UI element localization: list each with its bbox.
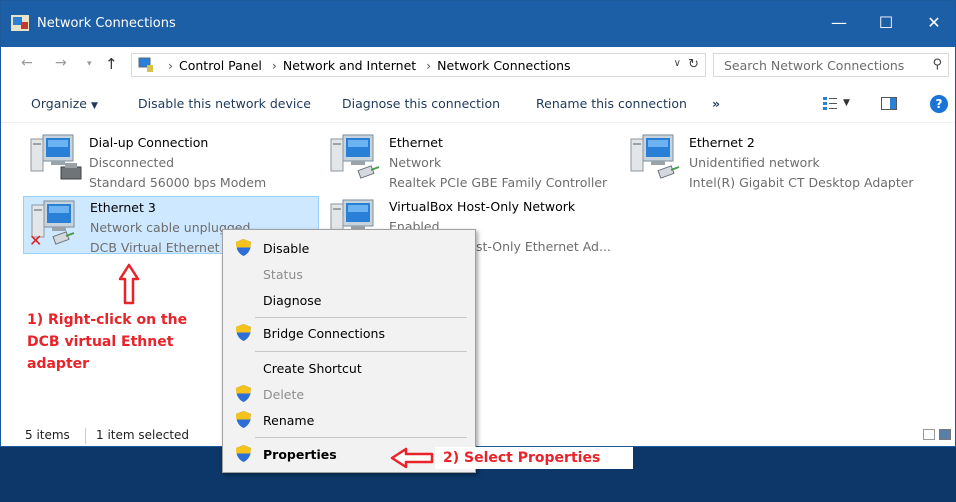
menu-item-disable[interactable]: Disable (225, 236, 473, 260)
breadcrumb-network-and-internet[interactable]: Network and Internet (283, 58, 416, 73)
up-arrow-annotation-icon (118, 263, 140, 305)
organize-label: Organize (31, 96, 87, 111)
connection-status: Disconnected (89, 155, 175, 170)
more-commands-button[interactable]: » (712, 96, 720, 111)
connection-details: Ethernet 2 Unidentified network Intel(R)… (689, 133, 914, 193)
address-dropdown-icon[interactable]: ∨ (674, 58, 681, 69)
annotation-step-2-box: 2) Select Properties (435, 447, 633, 469)
uac-shield-icon (236, 324, 251, 341)
network-cable-icon (357, 165, 381, 179)
close-button[interactable]: ✕ (911, 1, 955, 47)
menu-item-bridge-connections[interactable]: Bridge Connections (225, 321, 473, 345)
minimize-button[interactable]: — (816, 1, 862, 47)
address-row: ← → ▾ ↑ › Control Panel › Network and Inte… (1, 47, 955, 83)
connection-status: Network (389, 155, 442, 170)
connection-name: Ethernet 2 (689, 135, 755, 150)
connection-dialup[interactable]: Dial-up Connection Disconnected Standard… (23, 125, 319, 190)
help-icon[interactable]: ? (930, 95, 948, 113)
context-menu: Disable Status Diagnose Bridge Connectio… (222, 229, 476, 473)
forward-arrow-icon[interactable]: → (55, 55, 67, 71)
network-cable-icon (52, 231, 76, 245)
diagnose-connection-button[interactable]: Diagnose this connection (342, 96, 500, 111)
item-count: 5 items (25, 428, 70, 442)
annotation-step-1: 1) Right-click on the DCB virtual Ethnet… (27, 309, 187, 375)
breadcrumb-network-connections[interactable]: Network Connections (437, 58, 570, 73)
menu-item-label: Status (263, 267, 303, 282)
annotation-step-2: 2) Select Properties (443, 450, 601, 466)
annotation-step-1-line-3: adapter (27, 356, 90, 372)
connection-name: Ethernet 3 (90, 200, 156, 215)
annotation-step-1-line-1: 1) Right-click on the (27, 312, 188, 328)
search-input[interactable] (714, 54, 914, 76)
connection-name: Dial-up Connection (89, 135, 209, 150)
menu-separator (255, 437, 467, 438)
search-box[interactable]: ⚲ (713, 53, 949, 77)
maximize-button[interactable]: ☐ (863, 1, 909, 47)
uac-shield-icon (236, 239, 251, 256)
connection-name: VirtualBox Host-Only Network (389, 199, 576, 214)
organize-button[interactable]: Organize ▼ (31, 96, 98, 111)
up-arrow-icon[interactable]: ↑ (105, 55, 118, 73)
network-cable-icon (657, 165, 681, 179)
large-icons-view-icon[interactable] (939, 429, 951, 440)
breadcrumb-control-panel[interactable]: Control Panel (179, 58, 262, 73)
chevron-down-icon: ▼ (91, 101, 98, 111)
back-arrow-icon[interactable]: ← (21, 55, 33, 71)
title-bar[interactable]: Network Connections — ☐ ✕ (1, 1, 955, 47)
disable-device-button[interactable]: Disable this network device (138, 96, 311, 111)
menu-item-label: Disable (263, 241, 310, 256)
left-arrow-annotation-icon (390, 447, 434, 469)
menu-separator (255, 317, 467, 318)
uac-shield-icon (236, 411, 251, 428)
change-view-icon[interactable] (823, 97, 837, 110)
connection-details: Ethernet Network Realtek PCIe GBE Family… (389, 133, 607, 193)
breadcrumb: › Control Panel › Network and Internet › Ne… (168, 58, 571, 73)
address-bar[interactable]: › Control Panel › Network and Internet › Ne… (131, 53, 706, 77)
connection-device: Intel(R) Gigabit CT Desktop Adapter (689, 175, 914, 190)
view-options-dropdown-icon[interactable]: ▼ (843, 98, 850, 108)
annotation-step-1-line-2: DCB virtual Ethnet (27, 334, 174, 350)
menu-item-create-shortcut[interactable]: Create Shortcut (225, 356, 473, 380)
menu-item-delete[interactable]: Delete (225, 382, 473, 406)
menu-item-label: Diagnose (263, 293, 322, 308)
network-connections-icon (11, 15, 29, 31)
menu-item-label: Create Shortcut (263, 361, 362, 376)
uac-shield-icon (236, 445, 251, 462)
connection-ethernet-2[interactable]: Ethernet 2 Unidentified network Intel(R)… (623, 125, 919, 190)
modem-icon (60, 163, 82, 180)
menu-item-label: Delete (263, 387, 305, 402)
connection-status: Unidentified network (689, 155, 820, 170)
recent-locations-icon[interactable]: ▾ (87, 59, 92, 69)
refresh-icon[interactable]: ↻ (688, 57, 699, 72)
uac-shield-icon (236, 385, 251, 402)
menu-item-rename[interactable]: Rename (225, 408, 473, 432)
details-view-icon[interactable] (923, 429, 935, 440)
connection-name: Ethernet (389, 135, 443, 150)
status-bar: 5 items 1 item selected (1, 425, 955, 446)
menu-separator (255, 351, 467, 352)
menu-item-label: Rename (263, 413, 315, 428)
rename-connection-button[interactable]: Rename this connection (536, 96, 687, 111)
status-divider (85, 428, 86, 444)
disconnected-x-icon: ✕ (29, 231, 43, 250)
network-connections-window: Network Connections — ☐ ✕ ← → ▾ ↑ › Contr… (0, 0, 956, 447)
window-title: Network Connections (37, 16, 176, 31)
search-icon[interactable]: ⚲ (932, 57, 942, 72)
connection-details: Dial-up Connection Disconnected Standard… (89, 133, 266, 193)
menu-item-status[interactable]: Status (225, 262, 473, 286)
connection-device: Standard 56000 bps Modem (89, 175, 267, 190)
menu-item-label: Bridge Connections (263, 326, 385, 341)
connection-ethernet[interactable]: Ethernet Network Realtek PCIe GBE Family… (323, 125, 619, 190)
preview-pane-icon[interactable] (881, 97, 897, 110)
connection-device: Realtek PCIe GBE Family Controller (389, 175, 608, 190)
selection-count: 1 item selected (96, 428, 190, 442)
menu-item-diagnose[interactable]: Diagnose (225, 288, 473, 312)
control-panel-icon (138, 57, 153, 72)
command-bar: Organize ▼ Disable this network device Di… (1, 83, 955, 123)
menu-item-label: Properties (263, 447, 337, 462)
